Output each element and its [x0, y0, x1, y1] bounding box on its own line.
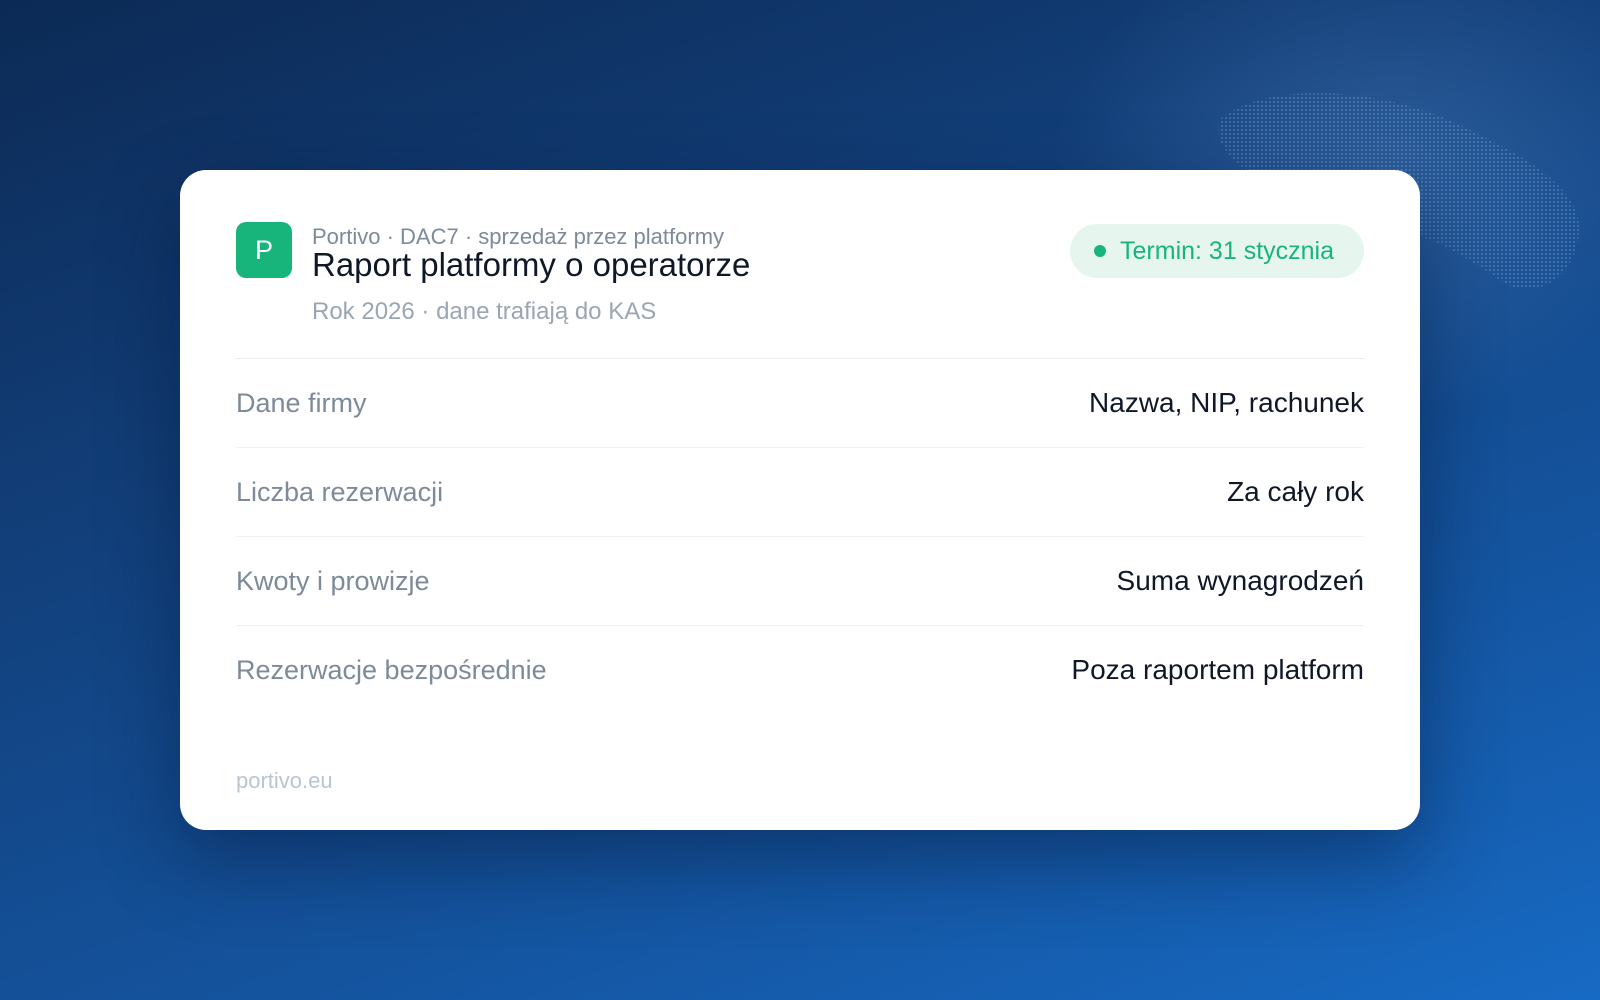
row-value: Suma wynagrodzeń — [1116, 565, 1364, 596]
deadline-badge: Termin: 31 stycznia — [1070, 224, 1364, 278]
list-item: Dane firmy Nazwa, NIP, rachunek — [236, 359, 1364, 448]
row-label: Dane firmy — [236, 387, 367, 418]
brand-logo: P — [236, 222, 292, 278]
status-dot-icon — [1094, 245, 1107, 257]
page-title: Raport platformy o operatorze — [312, 246, 751, 283]
info-list: Dane firmy Nazwa, NIP, rachunek Liczba r… — [236, 359, 1364, 714]
row-label: Liczba rezerwacji — [236, 476, 444, 507]
report-card: P Portivo · DAC7 · sprzedaż przez platfo… — [180, 170, 1420, 830]
page-subtitle: Rok 2026 · dane trafiają do KAS — [312, 298, 657, 325]
list-item: Rezerwacje bezpośrednie Poza raportem pl… — [236, 626, 1364, 714]
deadline-badge-text: Termin: 31 stycznia — [1120, 236, 1334, 265]
card-header: P Portivo · DAC7 · sprzedaż przez platfo… — [236, 222, 1364, 359]
row-value: Nazwa, NIP, rachunek — [1089, 387, 1364, 418]
row-label: Rezerwacje bezpośrednie — [236, 654, 547, 685]
row-value: Poza raportem platform — [1071, 654, 1364, 685]
list-item: Kwoty i prowizje Suma wynagrodzeń — [236, 537, 1364, 626]
row-value: Za cały rok — [1227, 476, 1364, 507]
list-item: Liczba rezerwacji Za cały rok — [236, 448, 1364, 537]
footer-domain: portivo.eu — [236, 768, 333, 793]
row-label: Kwoty i prowizje — [236, 565, 430, 596]
